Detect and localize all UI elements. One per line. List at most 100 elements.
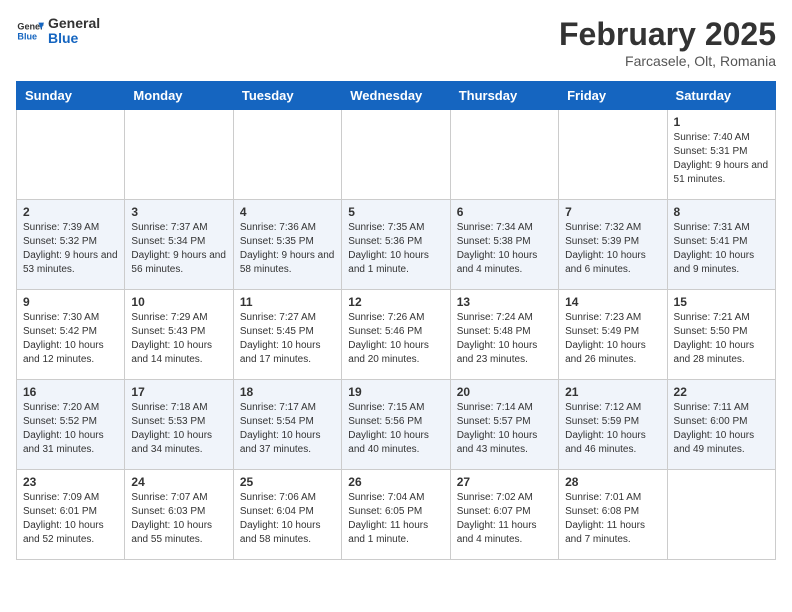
calendar-table: SundayMondayTuesdayWednesdayThursdayFrid… — [16, 81, 776, 560]
day-number: 24 — [131, 475, 226, 489]
day-number: 6 — [457, 205, 552, 219]
day-info: Sunrise: 7:02 AM Sunset: 6:07 PM Dayligh… — [457, 491, 552, 547]
day-info: Sunrise: 7:12 AM Sunset: 5:59 PM Dayligh… — [565, 401, 660, 457]
calendar-cell: 8 Sunrise: 7:31 AM Sunset: 5:41 PM Daylig… — [667, 200, 775, 290]
calendar-cell: 11Sunrise: 7:27 AM Sunset: 5:45 PM Dayli… — [233, 290, 341, 380]
calendar-week-row: 1 Sunrise: 7:40 AM Sunset: 5:31 PM Daylig… — [17, 110, 776, 200]
day-number: 25 — [240, 475, 335, 489]
calendar-cell: 17Sunrise: 7:18 AM Sunset: 5:53 PM Dayli… — [125, 380, 233, 470]
calendar-week-row: 23 Sunrise: 7:09 AM Sunset: 6:01 PM Dayli… — [17, 470, 776, 560]
day-number: 8 — [674, 205, 769, 219]
day-number: 1 — [674, 115, 769, 129]
day-info: Sunrise: 7:21 AM Sunset: 5:50 PM Dayligh… — [674, 311, 769, 367]
day-info: Sunrise: 7:26 AM Sunset: 5:46 PM Dayligh… — [348, 311, 443, 367]
day-info: Sunrise: 7:14 AM Sunset: 5:57 PM Dayligh… — [457, 401, 552, 457]
day-info: Sunrise: 7:15 AM Sunset: 5:56 PM Dayligh… — [348, 401, 443, 457]
weekday-header-sunday: Sunday — [17, 82, 125, 110]
day-info: Sunrise: 7:04 AM Sunset: 6:05 PM Dayligh… — [348, 491, 443, 547]
calendar-cell: 6 Sunrise: 7:34 AM Sunset: 5:38 PM Daylig… — [450, 200, 558, 290]
day-info: Sunrise: 7:29 AM Sunset: 5:43 PM Dayligh… — [131, 311, 226, 367]
logo: General Blue General Blue — [16, 16, 100, 47]
day-info: Sunrise: 7:09 AM Sunset: 6:01 PM Dayligh… — [23, 491, 118, 547]
day-info: Sunrise: 7:17 AM Sunset: 5:54 PM Dayligh… — [240, 401, 335, 457]
calendar-cell: 1 Sunrise: 7:40 AM Sunset: 5:31 PM Daylig… — [667, 110, 775, 200]
calendar-cell: 18Sunrise: 7:17 AM Sunset: 5:54 PM Dayli… — [233, 380, 341, 470]
calendar-cell: 4 Sunrise: 7:36 AM Sunset: 5:35 PM Daylig… — [233, 200, 341, 290]
weekday-header-friday: Friday — [559, 82, 667, 110]
calendar-cell: 2 Sunrise: 7:39 AM Sunset: 5:32 PM Daylig… — [17, 200, 125, 290]
calendar-cell: 28 Sunrise: 7:01 AM Sunset: 6:08 PM Dayli… — [559, 470, 667, 560]
day-number: 23 — [23, 475, 118, 489]
day-number: 2 — [23, 205, 118, 219]
weekday-header-wednesday: Wednesday — [342, 82, 450, 110]
day-info: Sunrise: 7:24 AM Sunset: 5:48 PM Dayligh… — [457, 311, 552, 367]
svg-text:Blue: Blue — [17, 32, 37, 42]
logo-icon: General Blue — [16, 17, 44, 45]
calendar-cell: 10 Sunrise: 7:29 AM Sunset: 5:43 PM Dayli… — [125, 290, 233, 380]
calendar-cell: 23 Sunrise: 7:09 AM Sunset: 6:01 PM Dayli… — [17, 470, 125, 560]
day-info: Sunrise: 7:39 AM Sunset: 5:32 PM Dayligh… — [23, 221, 118, 277]
weekday-header-thursday: Thursday — [450, 82, 558, 110]
day-info: Sunrise: 7:01 AM Sunset: 6:08 PM Dayligh… — [565, 491, 660, 547]
day-info: Sunrise: 7:30 AM Sunset: 5:42 PM Dayligh… — [23, 311, 118, 367]
day-number: 27 — [457, 475, 552, 489]
weekday-header-row: SundayMondayTuesdayWednesdayThursdayFrid… — [17, 82, 776, 110]
calendar-cell: 12 Sunrise: 7:26 AM Sunset: 5:46 PM Dayli… — [342, 290, 450, 380]
calendar-cell: 22 Sunrise: 7:11 AM Sunset: 6:00 PM Dayli… — [667, 380, 775, 470]
day-number: 12 — [348, 295, 443, 309]
calendar-cell: 21 Sunrise: 7:12 AM Sunset: 5:59 PM Dayli… — [559, 380, 667, 470]
day-number: 13 — [457, 295, 552, 309]
weekday-header-saturday: Saturday — [667, 82, 775, 110]
day-number: 16 — [23, 385, 118, 399]
calendar-cell — [233, 110, 341, 200]
day-number: 26 — [348, 475, 443, 489]
day-number: 4 — [240, 205, 335, 219]
day-number: 14 — [565, 295, 660, 309]
weekday-header-monday: Monday — [125, 82, 233, 110]
calendar-cell — [342, 110, 450, 200]
calendar-cell: 24 Sunrise: 7:07 AM Sunset: 6:03 PM Dayli… — [125, 470, 233, 560]
day-info: Sunrise: 7:32 AM Sunset: 5:39 PM Dayligh… — [565, 221, 660, 277]
weekday-header-tuesday: Tuesday — [233, 82, 341, 110]
calendar-cell: 7 Sunrise: 7:32 AM Sunset: 5:39 PM Daylig… — [559, 200, 667, 290]
month-title: February 2025 — [559, 16, 776, 53]
calendar-cell: 19Sunrise: 7:15 AM Sunset: 5:56 PM Dayli… — [342, 380, 450, 470]
day-number: 11 — [240, 295, 335, 309]
calendar-cell: 26 Sunrise: 7:04 AM Sunset: 6:05 PM Dayli… — [342, 470, 450, 560]
calendar-cell: 14Sunrise: 7:23 AM Sunset: 5:49 PM Dayli… — [559, 290, 667, 380]
calendar-cell: 27 Sunrise: 7:02 AM Sunset: 6:07 PM Dayli… — [450, 470, 558, 560]
day-number: 28 — [565, 475, 660, 489]
day-number: 9 — [23, 295, 118, 309]
day-number: 7 — [565, 205, 660, 219]
calendar-cell: 20 Sunrise: 7:14 AM Sunset: 5:57 PM Dayli… — [450, 380, 558, 470]
day-number: 17 — [131, 385, 226, 399]
title-block: February 2025 Farcasele, Olt, Romania — [559, 16, 776, 69]
calendar-cell — [125, 110, 233, 200]
day-number: 22 — [674, 385, 769, 399]
day-number: 21 — [565, 385, 660, 399]
calendar-week-row: 2 Sunrise: 7:39 AM Sunset: 5:32 PM Daylig… — [17, 200, 776, 290]
day-info: Sunrise: 7:40 AM Sunset: 5:31 PM Dayligh… — [674, 131, 769, 187]
calendar-cell — [450, 110, 558, 200]
calendar-cell: 3 Sunrise: 7:37 AM Sunset: 5:34 PM Daylig… — [125, 200, 233, 290]
day-info: Sunrise: 7:35 AM Sunset: 5:36 PM Dayligh… — [348, 221, 443, 277]
day-number: 3 — [131, 205, 226, 219]
logo-text-line2: Blue — [48, 31, 100, 46]
day-info: Sunrise: 7:31 AM Sunset: 5:41 PM Dayligh… — [674, 221, 769, 277]
day-info: Sunrise: 7:11 AM Sunset: 6:00 PM Dayligh… — [674, 401, 769, 457]
logo-text-line1: General — [48, 16, 100, 31]
day-number: 20 — [457, 385, 552, 399]
day-number: 15 — [674, 295, 769, 309]
location-subtitle: Farcasele, Olt, Romania — [559, 53, 776, 69]
calendar-cell: 16Sunrise: 7:20 AM Sunset: 5:52 PM Dayli… — [17, 380, 125, 470]
day-info: Sunrise: 7:36 AM Sunset: 5:35 PM Dayligh… — [240, 221, 335, 277]
day-info: Sunrise: 7:34 AM Sunset: 5:38 PM Dayligh… — [457, 221, 552, 277]
day-info: Sunrise: 7:07 AM Sunset: 6:03 PM Dayligh… — [131, 491, 226, 547]
calendar-cell: 15 Sunrise: 7:21 AM Sunset: 5:50 PM Dayli… — [667, 290, 775, 380]
day-info: Sunrise: 7:06 AM Sunset: 6:04 PM Dayligh… — [240, 491, 335, 547]
calendar-cell: 25 Sunrise: 7:06 AM Sunset: 6:04 PM Dayli… — [233, 470, 341, 560]
day-number: 5 — [348, 205, 443, 219]
calendar-cell: 5 Sunrise: 7:35 AM Sunset: 5:36 PM Daylig… — [342, 200, 450, 290]
day-info: Sunrise: 7:37 AM Sunset: 5:34 PM Dayligh… — [131, 221, 226, 277]
day-number: 10 — [131, 295, 226, 309]
